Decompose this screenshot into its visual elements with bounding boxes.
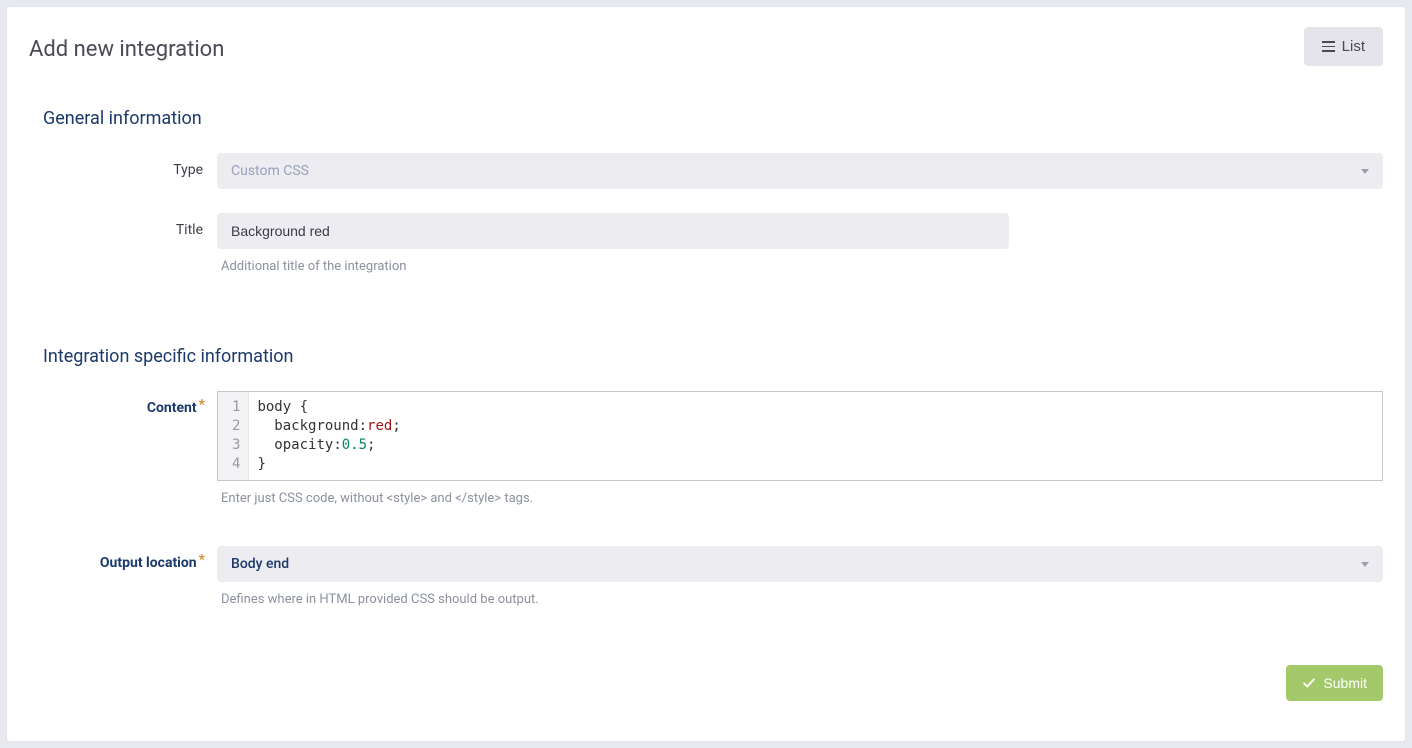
chevron-down-icon: [1361, 169, 1369, 174]
check-icon: [1302, 676, 1316, 690]
row-title: Title Additional title of the integratio…: [29, 213, 1383, 274]
content-code-editor[interactable]: 1 2 3 4 body { background:red; opacity:0…: [217, 391, 1383, 481]
label-type: Type: [29, 153, 217, 178]
submit-button[interactable]: Submit: [1286, 665, 1383, 701]
submit-button-label: Submit: [1323, 675, 1367, 691]
list-button[interactable]: List: [1304, 27, 1383, 66]
title-input[interactable]: [217, 213, 1009, 249]
required-asterisk: *: [199, 397, 205, 413]
type-select[interactable]: Custom CSS: [217, 153, 1383, 189]
section-general-title: General information: [43, 108, 1383, 129]
label-content: Content*: [29, 391, 217, 416]
type-selected-value: Custom CSS: [231, 163, 309, 179]
list-button-label: List: [1342, 38, 1365, 55]
required-asterisk: *: [199, 552, 205, 568]
code-body: body { background:red; opacity:0.5; }: [249, 392, 1382, 480]
output-location-selected-value: Body end: [231, 556, 289, 572]
row-content: Content* 1 2 3 4 body { background:red; …: [29, 391, 1383, 506]
row-output-location: Output location* Body end Defines where …: [29, 546, 1383, 607]
output-location-select[interactable]: Body end: [217, 546, 1383, 582]
content-hint: Enter just CSS code, without <style> and…: [221, 491, 1383, 506]
title-hint: Additional title of the integration: [221, 259, 1009, 274]
label-title: Title: [29, 213, 217, 238]
section-specific-title: Integration specific information: [43, 346, 1383, 367]
chevron-down-icon: [1361, 562, 1369, 567]
panel-header: Add new integration List: [29, 27, 1383, 66]
menu-icon: [1322, 41, 1335, 52]
code-gutter: 1 2 3 4: [218, 392, 249, 480]
label-output-location: Output location*: [29, 546, 217, 571]
integration-form-panel: Add new integration List General informa…: [6, 6, 1406, 742]
page-title: Add new integration: [29, 37, 224, 62]
row-type: Type Custom CSS: [29, 153, 1383, 189]
output-location-hint: Defines where in HTML provided CSS shoul…: [221, 592, 1383, 607]
